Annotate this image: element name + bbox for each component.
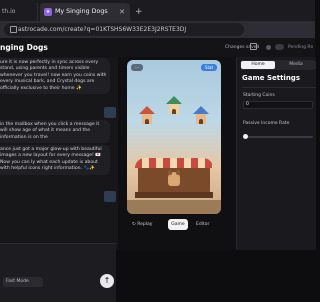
tab-home[interactable]: Home <box>241 61 275 69</box>
game-canvas[interactable]: ··· Stat <box>127 60 221 214</box>
new-tab-button[interactable]: + <box>135 3 143 21</box>
url-field[interactable]: astrocade.com/create?q=01KTSHS6W33E2E3J2… <box>4 23 244 36</box>
slider-handle[interactable] <box>243 134 248 139</box>
replay-label: Replay <box>137 222 153 227</box>
message-text: ure it is now perfectly in sync across e… <box>0 60 107 91</box>
settings-tabs: Home Media <box>240 60 316 70</box>
tab-title: My Singing Dogs <box>55 8 108 15</box>
project-title: nging Dogs <box>0 43 48 52</box>
singing-dog-icon[interactable] <box>168 170 180 186</box>
replay-button[interactable]: ↻ Replay <box>132 221 152 229</box>
send-button[interactable]: ↑ <box>100 274 114 288</box>
message-thumbnail[interactable] <box>104 191 116 202</box>
chat-panel: ure it is now perfectly in sync across e… <box>0 57 118 302</box>
message-text: in the mailbox when you click a message … <box>0 122 100 140</box>
tab-editor[interactable]: Editor <box>196 221 209 229</box>
chat-input-box[interactable]: Fast Mode ↑ <box>0 243 116 302</box>
tab-media[interactable]: Media <box>278 61 314 69</box>
divider <box>242 87 316 88</box>
app-header: nging Dogs Changes saved Pending Re <box>0 38 315 58</box>
pending-review-label: Pending Re <box>288 45 314 50</box>
starting-coins-label: Starting Coins <box>243 93 275 98</box>
chat-message: ance just got a major glow-up with beaut… <box>0 145 110 175</box>
model-select[interactable]: Fast Mode <box>3 277 43 287</box>
concert-stage <box>135 158 213 198</box>
browser-tab-active[interactable]: ★ My Singing Dogs ✕ <box>40 3 130 21</box>
chat-message: in the mailbox when you click a message … <box>0 120 110 144</box>
message-text: ance just got a major glow-up with beaut… <box>0 147 102 172</box>
close-icon[interactable]: ✕ <box>119 3 125 21</box>
tab-label: th.io <box>2 8 16 15</box>
save-icon[interactable] <box>250 43 257 50</box>
passive-income-label: Passive Income Rate <box>243 121 290 126</box>
browser-tab-bar: th.io ★ My Singing Dogs ✕ + <box>0 0 315 21</box>
address-bar: astrocade.com/create?q=01KTSHS6W33E2E3J2… <box>0 21 315 38</box>
settings-panel: Home Media Game Settings Starting Coins … <box>236 57 316 250</box>
lock-icon <box>10 26 17 33</box>
dog-house-icon[interactable] <box>166 96 182 114</box>
browser-tab-previous[interactable]: th.io <box>0 3 38 21</box>
dog-house-icon[interactable] <box>193 106 209 124</box>
tab-game[interactable]: Game <box>168 219 188 230</box>
publish-toggle[interactable] <box>275 44 284 50</box>
dog-house-icon[interactable] <box>139 106 155 124</box>
chat-message: ure it is now perfectly in sync across e… <box>0 58 110 95</box>
ground <box>127 200 221 214</box>
passive-income-slider[interactable] <box>243 136 313 138</box>
app-favicon-icon: ★ <box>44 8 52 16</box>
game-preview: ··· Stat ↻ Replay Game Editor <box>118 57 236 250</box>
starting-coins-input[interactable]: 0 <box>243 101 313 109</box>
status-indicator <box>266 45 271 50</box>
settings-title: Game Settings <box>242 74 300 82</box>
coins-chip: ··· <box>131 64 143 71</box>
url-text: astrocade.com/create?q=01KTSHS6W33E2E3J2… <box>18 26 187 33</box>
stats-chip[interactable]: Stat <box>201 64 217 71</box>
message-thumbnail[interactable] <box>104 107 116 118</box>
